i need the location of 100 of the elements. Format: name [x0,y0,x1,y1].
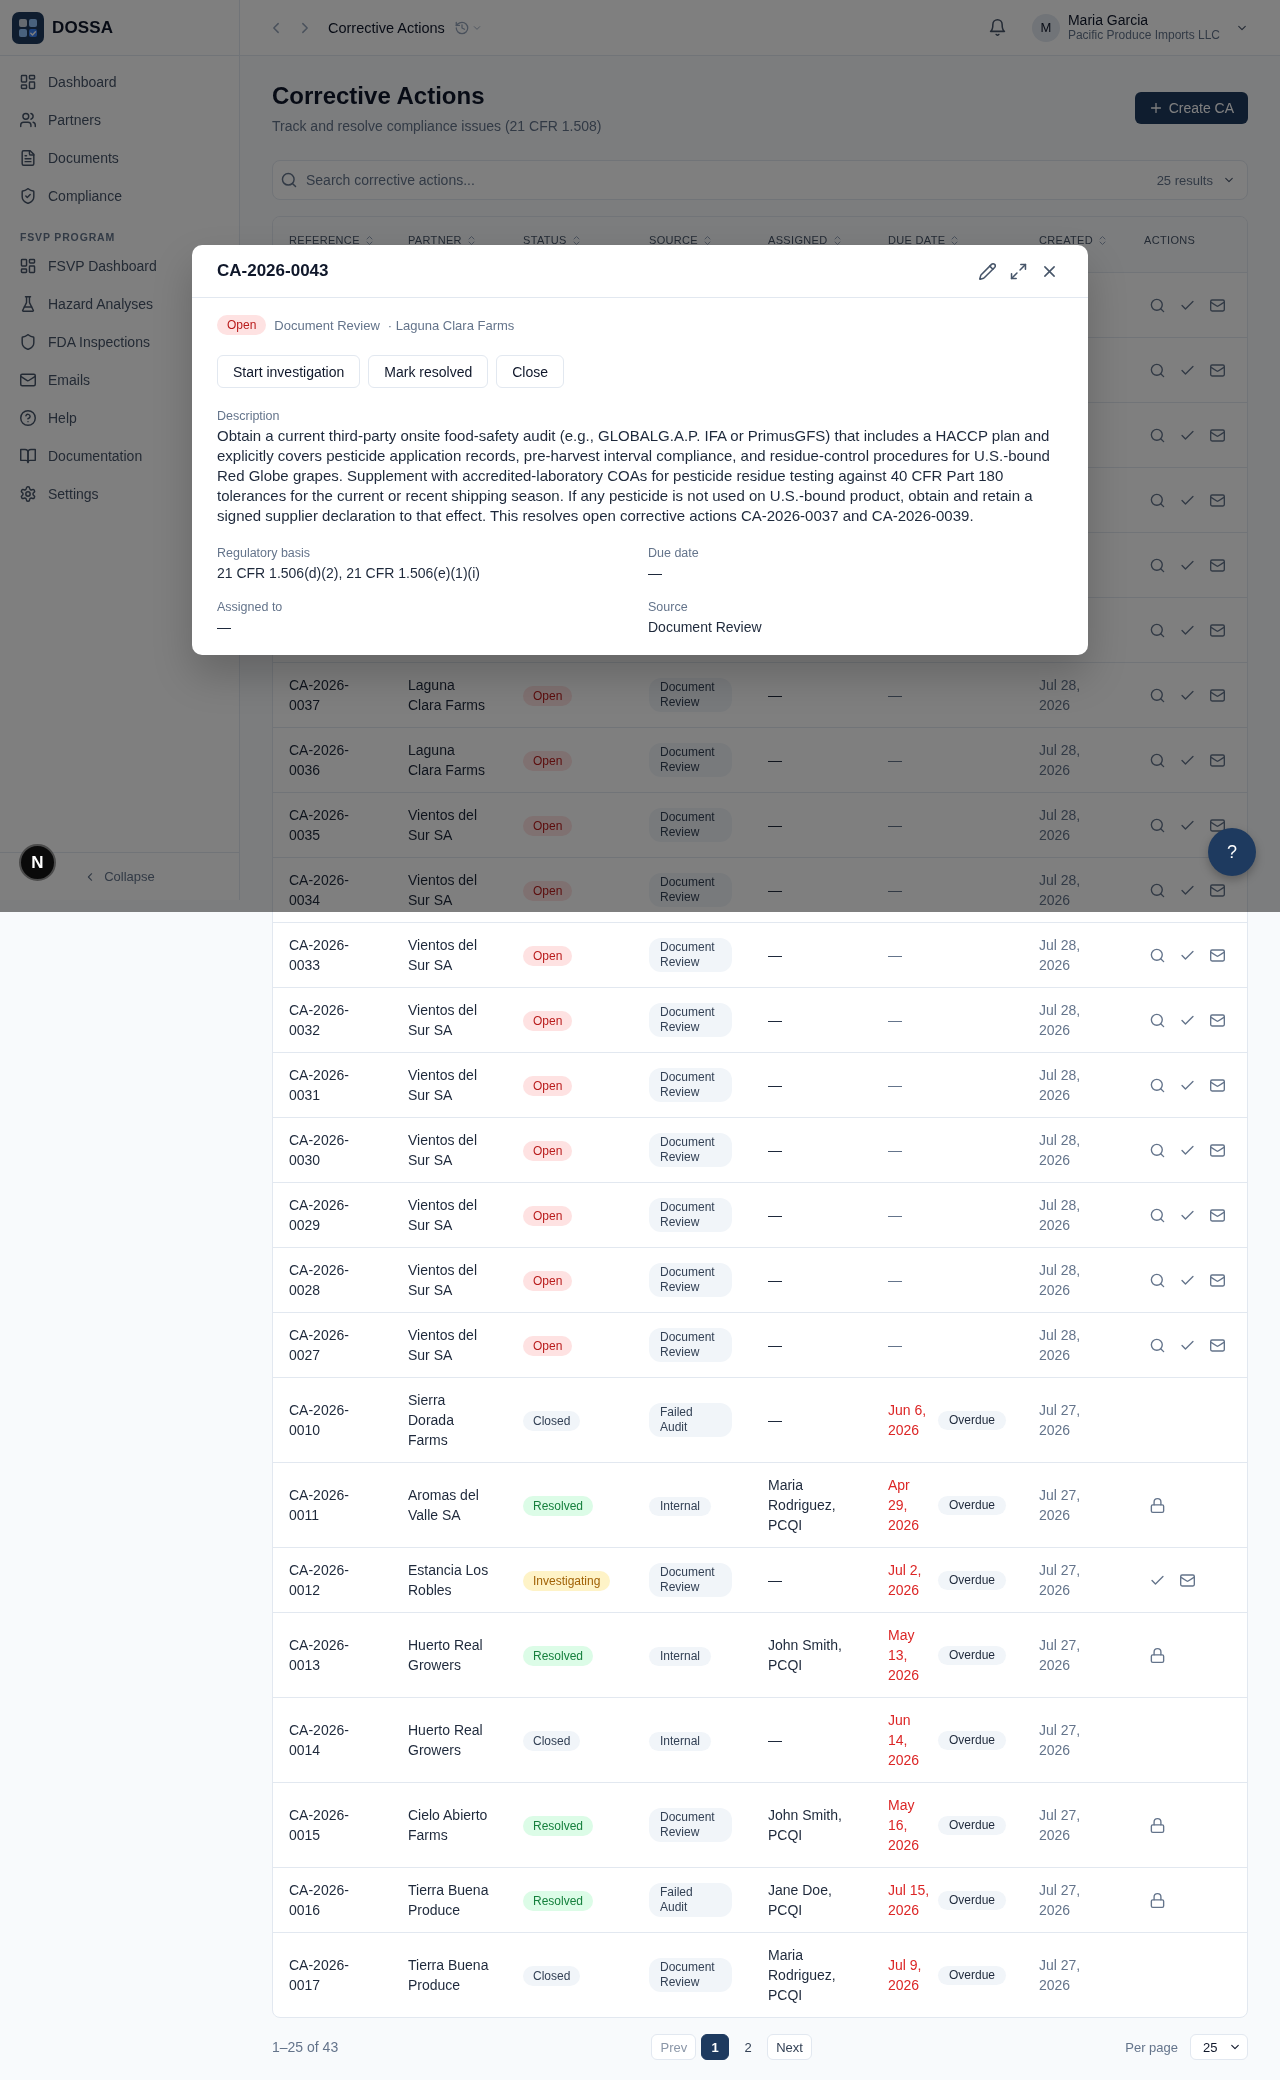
source-badge: Failed Audit [649,1403,732,1437]
bell-icon[interactable] [988,19,1006,36]
overdue-badge: Overdue [938,1570,1007,1590]
partner-name: Aromas del Valle SA [408,1487,479,1523]
envelope-icon[interactable] [1209,1272,1225,1288]
envelope-icon[interactable] [1209,557,1225,573]
search-icon[interactable] [1149,622,1165,638]
action-button[interactable]: Mark resolved [368,355,489,388]
avatar[interactable]: M [1031,13,1060,42]
search-icon[interactable] [1149,1272,1165,1288]
search-icon[interactable] [1149,687,1165,703]
per-page-select[interactable]: 25 [1190,2034,1248,2060]
search-icon[interactable] [1149,817,1165,833]
search-icon[interactable] [1149,492,1165,508]
reference-number: CA-2026-0012 [289,1562,349,1598]
reference-number: CA-2026-0034 [289,872,349,908]
envelope-icon[interactable] [1179,1572,1195,1588]
partner-name: Vientos del Sur SA [408,1262,477,1298]
collapse-button[interactable]: Collapse [84,869,155,884]
envelope-icon[interactable] [1209,947,1225,963]
envelope-icon[interactable] [1209,882,1225,898]
search-icon[interactable] [1149,1207,1165,1223]
search-icon[interactable] [1149,1142,1165,1158]
envelope-icon[interactable] [1209,427,1225,443]
search-icon[interactable] [1149,557,1165,573]
due-date: Jul 2, 2026 [888,1561,923,1600]
field-value: — [648,564,663,583]
created-date: Jul 27, 2026 [1039,1562,1081,1598]
reference-number: CA-2026-0031 [289,1067,349,1103]
search-icon[interactable] [1149,947,1165,963]
column-header[interactable]: PARTNER [408,233,477,247]
source-badge: Internal [649,1646,712,1666]
assignee-name: — [768,1142,782,1158]
partner-name: Vientos del Sur SA [408,1002,477,1038]
lock-icon [1149,1817,1165,1833]
due-date: May 16, 2026 [888,1796,921,1855]
column-header[interactable]: REFERENCE [289,233,375,247]
nav-item[interactable]: Partners [8,102,231,138]
action-button[interactable]: Start investigation [217,355,361,388]
reference-number: CA-2026-0014 [289,1722,349,1758]
status-badge: Open [523,1010,573,1031]
envelope-icon[interactable] [1209,362,1225,378]
search-icon[interactable] [1149,362,1165,378]
status-badge: Open [523,1335,573,1356]
due-date: — [888,816,903,835]
search-icon[interactable] [1149,882,1165,898]
assignee-name: — [768,1077,782,1093]
source-badge: Document Review [649,1563,732,1597]
search-icon[interactable] [1149,1337,1165,1353]
reference-number: CA-2026-0032 [289,1002,349,1038]
book-icon [20,448,36,464]
page-button[interactable]: 2 [734,2034,763,2060]
source-badge: Internal [649,1496,712,1516]
search-icon[interactable] [1149,752,1165,768]
search-icon[interactable] [1149,427,1165,443]
envelope-icon[interactable] [1209,1142,1225,1158]
due-date: May 13, 2026 [888,1626,921,1685]
results-button[interactable]: 25 results [1156,172,1235,188]
source-badge: Document Review [649,1263,732,1297]
action-button[interactable]: Close [496,355,564,388]
search-icon[interactable] [1149,297,1165,313]
assignee-name: — [768,752,782,768]
envelope-icon[interactable] [1209,817,1225,833]
envelope-icon[interactable] [1209,1337,1225,1353]
envelope-icon[interactable] [1209,1207,1225,1223]
due-date: — [888,686,903,705]
envelope-icon[interactable] [1209,752,1225,768]
status-badge: Open [523,750,573,771]
lock-icon [1149,1497,1165,1513]
column-header[interactable]: DUE DATE [888,233,961,247]
search-icon[interactable] [1149,1077,1165,1093]
field-label: Due date [648,545,700,561]
nav-item[interactable]: Dashboard [8,64,231,100]
envelope-icon[interactable] [1209,492,1225,508]
envelope-icon[interactable] [1209,687,1225,703]
envelope-icon[interactable] [1209,622,1225,638]
status-badge: Closed [523,1410,581,1431]
history-icon[interactable] [454,20,469,35]
search-icon[interactable] [1149,1012,1165,1028]
envelope-icon[interactable] [1209,1077,1225,1093]
nav-item[interactable]: Documents [8,140,231,176]
overdue-badge: Overdue [938,1815,1007,1835]
column-header[interactable]: STATUS [523,233,582,247]
expand-arrows-icon[interactable] [1010,262,1027,280]
envelope-icon[interactable] [1209,1012,1225,1028]
page-button[interactable]: 1 [701,2034,730,2060]
column-header[interactable]: CREATED [1039,233,1109,247]
assignee-name: — [768,1337,782,1353]
created-date: Jul 27, 2026 [1039,1722,1081,1758]
source-badge: Document Review [649,1068,732,1102]
column-header[interactable]: ASSIGNED [768,233,843,247]
envelope-icon[interactable] [1209,297,1225,313]
brand-name: DOSSA [52,17,114,38]
create-button[interactable]: Create CA [1134,92,1248,124]
search-field[interactable]: Search corrective actions... 25 results [272,160,1248,200]
help-icon [20,410,36,426]
nav-item[interactable]: Compliance [8,178,231,214]
pencil-icon[interactable] [979,262,996,280]
next-button[interactable]: Next [767,2034,812,2060]
column-header[interactable]: SOURCE [649,233,714,247]
